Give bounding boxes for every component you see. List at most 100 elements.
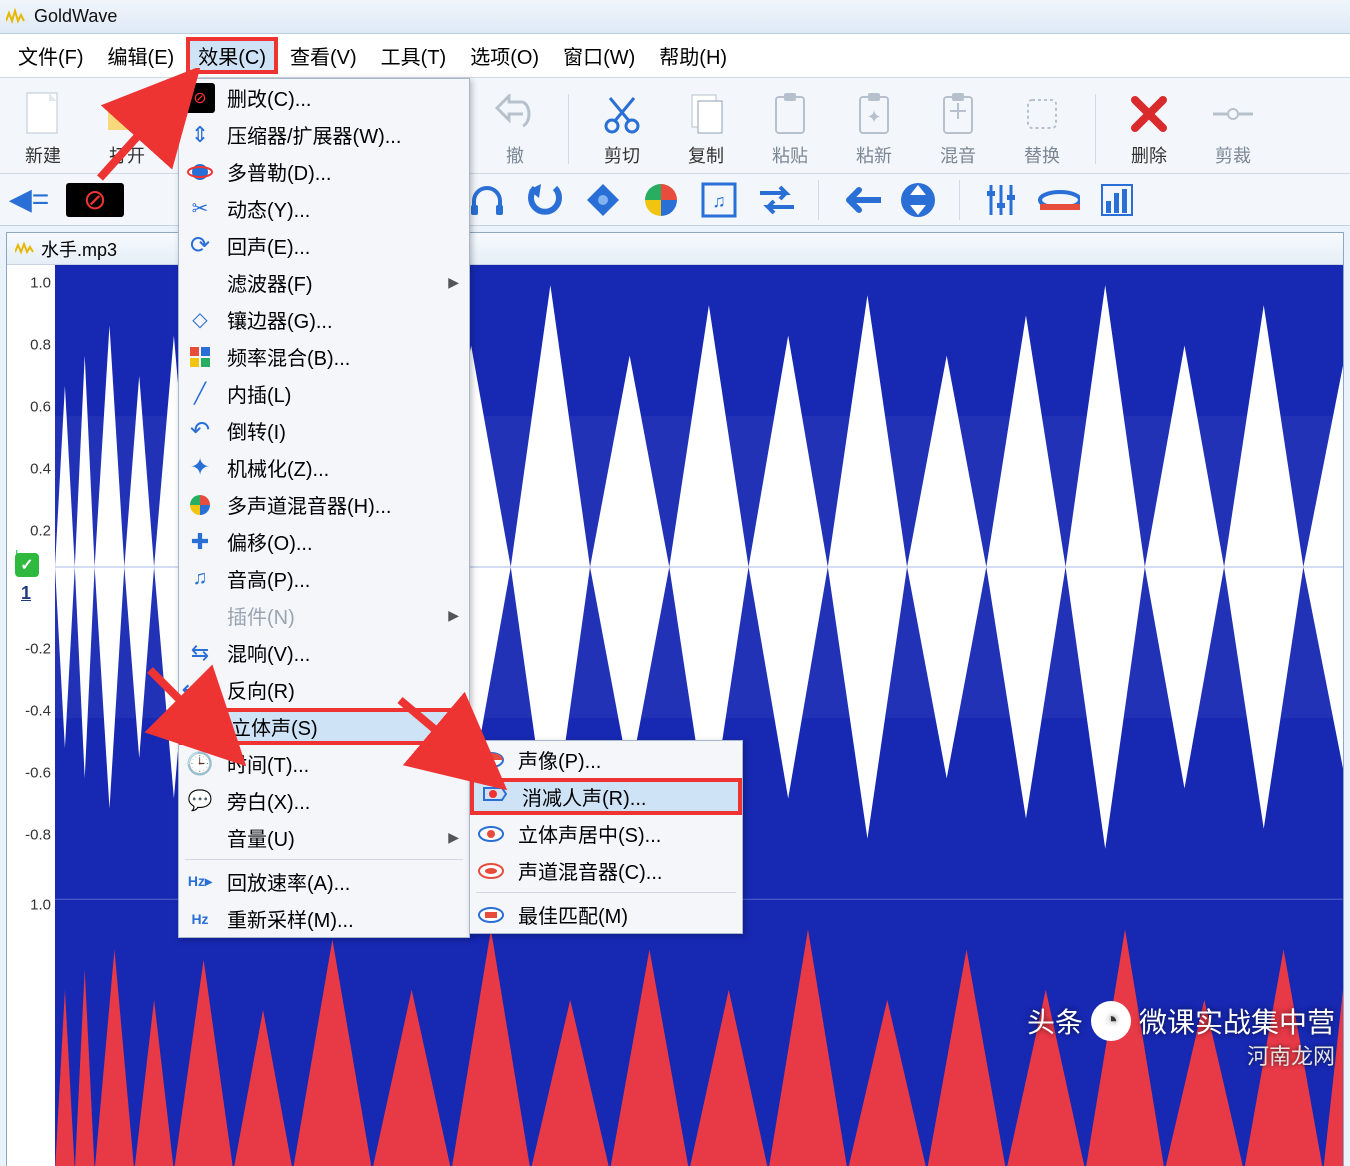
paste-button[interactable]: 粘贴 [755,90,825,168]
pitch-icon: ♫ [185,564,215,594]
clipboard-mix-icon [934,90,982,138]
menu-item-resample[interactable]: Hz重新采样(M)... [179,900,469,937]
copy-button[interactable]: 复制 [671,90,741,168]
channel-enabled-check-icon[interactable]: ✓ [15,553,39,577]
menu-item-volume[interactable]: 音量(U)▶ [179,819,469,856]
menu-item-flanger[interactable]: ◇镶边器(G)... [179,301,469,338]
reduce-vocals-icon [480,782,510,812]
sliders-icon[interactable] [980,179,1022,221]
cut-button[interactable]: 剪切 [587,90,657,168]
reverse-icon: ↶ [185,416,215,446]
ruler-tick: 0.8 [30,337,51,354]
replace-button[interactable]: 替换 [1007,90,1077,168]
scissors-icon [598,90,646,138]
headphones-icon[interactable] [466,179,508,221]
menu-item-doppler[interactable]: 多普勒(D)... [179,153,469,190]
submenu-item-stereo-center[interactable]: 立体声居中(S)... [470,815,742,852]
open-folder-icon [103,90,151,138]
left-arrow-icon[interactable] [839,179,881,221]
note-panel-icon[interactable]: ♫ [698,179,740,221]
submenu-caret-icon: ▶ [448,829,459,846]
menu-item-interpolate[interactable]: ╱内插(L) [179,375,469,412]
offset-icon: ✚ [185,527,215,557]
speaker-mute-icon[interactable]: ◀= [8,179,50,221]
menu-item-time[interactable]: 🕒时间(T)... [179,745,469,782]
swap-arrows-icon[interactable] [756,179,798,221]
toolbar-separator [818,180,819,220]
multichannel-icon [185,490,215,520]
ruler-tick: -0.8 [25,827,51,844]
toolbar-separator [959,180,960,220]
stereo-center-icon [476,819,506,849]
undo-curve-icon[interactable] [524,179,566,221]
pinwheel-icon[interactable] [640,179,682,221]
voiceover-icon: 💬 [185,786,215,816]
undo-button[interactable]: 撤 [480,90,550,168]
ruler-tick: 0.2 [30,523,51,540]
ruler-tick: 1.0 [30,897,51,914]
up-down-circle-icon[interactable] [897,179,939,221]
menu-item-frequency-blend[interactable]: 频率混合(B)... [179,338,469,375]
menu-tool[interactable]: 工具(T) [369,37,459,74]
open-button[interactable]: 打开 [92,90,162,168]
document-filename: 水手.mp3 [41,236,117,262]
eye-icon[interactable] [1038,179,1080,221]
interpolate-icon: ╱ [185,379,215,409]
submenu-item-max-match[interactable]: 最佳匹配(M) [470,896,742,933]
menu-item-compressor[interactable]: ⇕压缩器/扩展器(W)... [179,116,469,153]
menu-effect[interactable]: 效果(C) [186,37,278,74]
amplitude-ruler: 1.0 0.8 0.6 0.4 0.2 L -0.2 -0.4 -0.6 -0.… [7,265,55,1166]
copy-icon [682,90,730,138]
diamond-gear-icon[interactable] [582,179,624,221]
invert-icon: ⟵ [185,675,215,705]
menu-separator [476,892,736,893]
menu-item-invert[interactable]: ⟵反向(R) [179,671,469,708]
menu-item-reverse[interactable]: ↶倒转(I) [179,412,469,449]
mechanize-icon: ✦ [185,453,215,483]
new-button[interactable]: 新建 [8,90,78,168]
menu-item-echo[interactable]: ⟳回声(E)... [179,227,469,264]
hz-play-icon: Hz▸ [185,867,215,897]
menu-item-playback-rate[interactable]: Hz▸回放速率(A)... [179,863,469,900]
menu-file[interactable]: 文件(F) [6,37,96,74]
menu-window[interactable]: 窗口(W) [551,37,647,74]
bars-icon[interactable] [1096,179,1138,221]
toolbar-separator [1095,94,1096,164]
menu-edit[interactable]: 编辑(E) [96,37,187,74]
menu-item-voiceover[interactable]: 💬旁白(X)... [179,782,469,819]
delete-button[interactable]: 删除 [1114,90,1184,168]
submenu-item-pan[interactable]: 声像(P)... [470,741,742,778]
censor-icon: ⊘ [185,83,215,113]
menu-item-filter[interactable]: 滤波器(F)▶ [179,264,469,301]
watermark-source: 头条 ◔ 微课实战集中营 [1027,1001,1335,1041]
mix-button[interactable]: 混音 [923,90,993,168]
submenu-item-channel-mixer[interactable]: 声道混音器(C)... [470,852,742,889]
menu-help[interactable]: 帮助(H) [647,37,739,74]
stereo-icon [189,712,219,742]
menu-options[interactable]: 选项(O) [458,37,551,74]
trim-button[interactable]: 剪裁 [1198,90,1268,168]
filter-icon [185,268,215,298]
ruler-tick: 1.0 [30,275,51,292]
dynamics-icon: ✂ [185,194,215,224]
echo-icon: ⟳ [185,231,215,261]
svg-text:♫: ♫ [712,191,726,211]
menu-item-reverb[interactable]: ⇆混响(V)... [179,634,469,671]
submenu-caret-icon: ▶ [444,718,455,735]
menu-item-censor[interactable]: ⊘删改(C)... [179,79,469,116]
menu-item-mechanize[interactable]: ✦机械化(Z)... [179,449,469,486]
menu-view[interactable]: 查看(V) [278,37,369,74]
submenu-item-reduce-vocals[interactable]: 消减人声(R)... [470,778,742,815]
menu-item-pitch[interactable]: ♫音高(P)... [179,560,469,597]
new-file-icon [19,90,67,138]
menu-item-dynamics[interactable]: ✂动态(Y)... [179,190,469,227]
menu-item-offset[interactable]: ✚偏移(O)... [179,523,469,560]
paste-new-button[interactable]: ✦ 粘新 [839,90,909,168]
menu-item-multichannel[interactable]: 多声道混音器(H)... [179,486,469,523]
hz-resample-icon: Hz [185,904,215,934]
doppler-icon [185,157,215,187]
sound-off-indicator[interactable]: ⊘ [66,183,124,217]
menu-item-plugin: 插件(N)▶ [179,597,469,634]
menu-item-stereo[interactable]: 立体声(S)▶ [179,708,469,745]
delete-x-icon [1125,90,1173,138]
